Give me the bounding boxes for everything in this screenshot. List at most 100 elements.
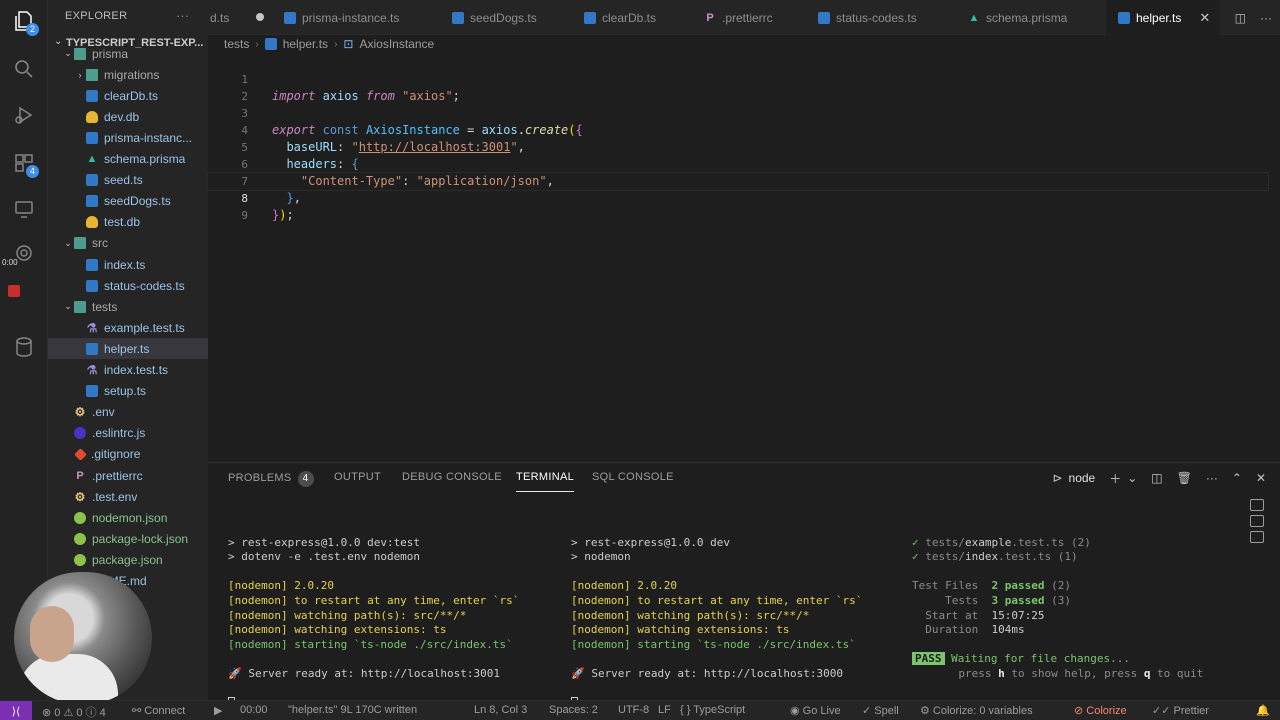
remote-indicator-icon[interactable]: ⟩⟨ — [0, 701, 32, 720]
tree-file[interactable]: nodemon.json — [48, 507, 208, 528]
tree-folder[interactable]: ⌄ tests — [48, 296, 208, 317]
spell-button[interactable]: ✓ Spell — [862, 704, 899, 717]
prisma-icon: ▲ — [86, 153, 98, 165]
tab-helper-ts[interactable]: helper.ts ✕ — [1106, 0, 1220, 35]
database-icon[interactable] — [9, 332, 39, 362]
cursor-position[interactable]: Ln 8, Col 3 — [474, 704, 527, 716]
tab-output[interactable]: OUTPUT — [334, 471, 381, 483]
tree-file[interactable]: prisma-instanc... — [48, 127, 208, 148]
tree-file[interactable]: P .prettierrc — [48, 465, 208, 486]
tree-file[interactable]: ⚗ example.test.ts — [48, 317, 208, 338]
tree-file[interactable]: index.ts — [48, 254, 208, 275]
tree-file[interactable]: ▲ schema.prisma — [48, 149, 208, 170]
close-panel-icon[interactable]: ✕ — [1256, 471, 1266, 485]
colorize-button[interactable]: ⊘ Colorize — [1074, 704, 1127, 717]
problems-status[interactable]: ⊗ 0 ⚠ 0 ⓘ 4 — [42, 704, 106, 720]
tab-debug-console[interactable]: DEBUG CONSOLE — [402, 471, 502, 483]
typescript-icon — [584, 11, 596, 24]
close-icon[interactable]: ✕ — [1199, 10, 1210, 26]
terminal-line: [nodemon] watching path(s): src/**/* — [571, 608, 810, 622]
prettier-button[interactable]: ✓✓ Prettier — [1152, 704, 1209, 717]
env-file-icon: ⚙ — [74, 405, 86, 420]
tab-seeddogs[interactable]: seedDogs.ts — [452, 0, 552, 35]
tree-file[interactable]: helper.ts — [48, 338, 208, 360]
tree-folder[interactable]: ⌄ src — [48, 233, 208, 254]
tree-folder[interactable]: ⌄ prisma — [48, 43, 208, 64]
indentation[interactable]: Spaces: 2 — [549, 704, 598, 716]
tab-problems[interactable]: PROBLEMS 4 — [228, 471, 314, 487]
tab-prisma-instance[interactable]: prisma-instance.ts — [284, 0, 428, 35]
trash-icon[interactable]: 🗑 — [1177, 471, 1192, 485]
tab-terminal[interactable]: TERMINAL — [516, 471, 575, 492]
tree-item-label: prisma — [92, 46, 129, 61]
split-editor-icon[interactable]: ◫ — [1235, 11, 1246, 25]
tree-file[interactable]: clearDb.ts — [48, 85, 208, 106]
end-of-line[interactable]: LF — [658, 704, 671, 716]
tree-item-label: .prettierrc — [92, 468, 143, 483]
tab-schema-prisma[interactable]: ▲ schema.prisma — [968, 0, 1088, 35]
record-stop-icon[interactable] — [8, 285, 20, 297]
terminal-pane-3[interactable]: ✓ tests/example.test.ts (2) ✓ tests/inde… — [912, 521, 1203, 696]
tree-file[interactable]: package-lock.json — [48, 528, 208, 549]
connect-button[interactable]: ⚯ Connect — [132, 704, 185, 717]
tree-item-label: .test.env — [92, 489, 138, 504]
encoding[interactable]: UTF-8 — [618, 704, 649, 716]
tab-d-ts[interactable]: d.ts — [208, 0, 276, 35]
search-icon[interactable] — [9, 54, 39, 84]
terminal-list-item[interactable] — [1250, 515, 1264, 527]
summary-value: 104ms — [991, 623, 1025, 637]
remote-explorer-icon[interactable] — [9, 194, 39, 224]
tree-file[interactable]: test.db — [48, 212, 208, 233]
terminal-pane-2[interactable]: > rest-express@1.0.0 dev > nodemon [node… — [571, 521, 862, 720]
summary-value: 2 passed — [991, 579, 1045, 593]
terminal-list-item[interactable] — [1250, 499, 1264, 511]
tree-file[interactable]: ⚗ index.test.ts — [48, 360, 208, 381]
terminal-name[interactable]: node — [1069, 471, 1096, 485]
more-actions-icon[interactable]: ··· — [176, 8, 189, 23]
terminal-list-item[interactable] — [1250, 531, 1264, 543]
typescript-icon — [86, 258, 98, 271]
play-icon[interactable]: ▶ — [214, 704, 222, 717]
tab-prettierrc[interactable]: P .prettierrc — [704, 0, 794, 35]
maximize-panel-icon[interactable]: ⌃ — [1232, 471, 1242, 485]
breadcrumb-symbol[interactable]: AxiosInstance — [359, 37, 434, 51]
more-actions-icon[interactable]: ··· — [1260, 11, 1272, 25]
tab-cleardb[interactable]: clearDb.ts — [584, 0, 674, 35]
notifications-bell-icon[interactable]: 🔔 — [1256, 704, 1270, 717]
chevron-down-icon[interactable]: ⌄ — [1127, 471, 1137, 485]
tree-file[interactable]: seed.ts — [48, 170, 208, 191]
explorer-icon[interactable]: 2 — [9, 6, 39, 36]
breadcrumb-folder[interactable]: tests — [224, 37, 249, 51]
tree-file[interactable]: status-codes.ts — [48, 275, 208, 296]
run-debug-icon[interactable] — [9, 100, 39, 130]
split-terminal-icon[interactable]: ◫ — [1151, 471, 1162, 485]
colorize-vars[interactable]: ⚙ Colorize: 0 variables — [920, 704, 1033, 717]
go-live-button[interactable]: ◉ Go Live — [790, 704, 841, 717]
terminal-icon: ⊳ — [1052, 471, 1063, 485]
terminal-pane-1[interactable]: > rest-express@1.0.0 dev:test > dotenv -… — [228, 521, 519, 720]
tree-file[interactable]: seedDogs.ts — [48, 191, 208, 212]
tree-file[interactable]: .eslintrc.js — [48, 423, 208, 444]
tree-folder[interactable]: › migrations — [48, 64, 208, 85]
tree-file[interactable]: ⚙ .test.env — [48, 486, 208, 507]
tree-file[interactable]: .gitignore — [48, 444, 208, 465]
code-editor[interactable]: 1 import axios from "axios"; 2 3 export … — [207, 54, 1280, 454]
tab-label: PROBLEMS — [228, 472, 292, 484]
line-number: 9 — [241, 209, 248, 222]
database-file-icon — [86, 216, 98, 229]
language-mode[interactable]: { } TypeScript — [680, 704, 745, 716]
tree-file[interactable]: dev.db — [48, 106, 208, 127]
tree-file[interactable]: setup.ts — [48, 381, 208, 402]
tree-file[interactable]: ⚙ .env — [48, 402, 208, 423]
breadcrumb-file[interactable]: helper.ts — [283, 37, 328, 51]
error-count: 0 — [54, 707, 61, 719]
tree-file[interactable]: package.json — [48, 549, 208, 570]
extensions-icon[interactable]: 4 — [9, 148, 39, 178]
more-actions-icon[interactable]: ··· — [1206, 471, 1218, 485]
code-line: 4 baseURL: "http://localhost:3001", — [208, 105, 1268, 154]
tab-sql-console[interactable]: SQL CONSOLE — [592, 471, 674, 483]
tab-status-codes[interactable]: status-codes.ts — [818, 0, 938, 35]
tab-label: clearDb.ts — [602, 10, 657, 25]
add-terminal-icon[interactable]: ＋ — [1109, 470, 1121, 487]
tree-item-label: clearDb.ts — [104, 88, 159, 103]
